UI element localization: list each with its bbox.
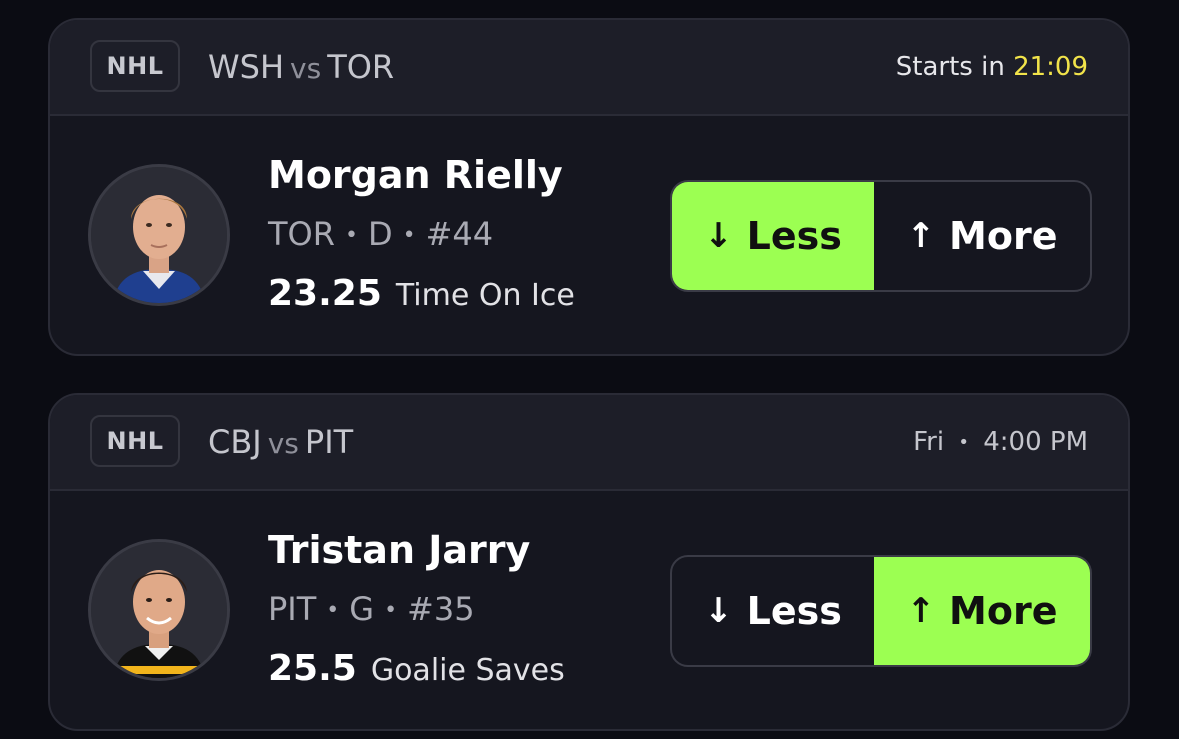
separator-dot: • <box>958 431 969 453</box>
player-number: #35 <box>407 590 475 628</box>
player-avatar[interactable] <box>88 539 230 681</box>
player-meta: TOR • D • #44 <box>268 214 493 256</box>
time-prefix: Starts in <box>895 52 1005 82</box>
line-value: 25.5 <box>268 648 357 689</box>
team-home: TOR <box>327 48 395 86</box>
stat-name: Time On Ice <box>395 278 575 313</box>
separator-dot: • <box>402 223 416 248</box>
stat-name: Goalie Saves <box>370 653 565 688</box>
vs-label: vs <box>267 427 299 460</box>
card-header: NHL WSH vs TOR Starts in 21:09 <box>50 20 1128 114</box>
player-meta: PIT • G • #35 <box>268 589 475 631</box>
game-start-time: Fri • 4:00 PM <box>913 425 1088 460</box>
more-button[interactable]: ↑ More <box>874 557 1090 665</box>
separator-dot: • <box>344 223 358 248</box>
player-position: D <box>367 215 393 253</box>
card-body: Morgan Rielly TOR • D • #44 23.25 Time On Ice… <box>50 116 1128 354</box>
pick-toggle: ↓ Less ↑ More <box>670 555 1092 667</box>
arrow-up-icon: ↑ <box>906 591 936 631</box>
matchup[interactable]: CBJ vs PIT <box>208 422 353 464</box>
line-value: 23.25 <box>268 273 382 314</box>
player-headshot-icon <box>91 542 227 678</box>
player-avatar[interactable] <box>88 164 230 306</box>
arrow-down-icon: ↓ <box>704 216 733 256</box>
arrow-down-icon: ↓ <box>704 591 733 631</box>
separator-dot: • <box>384 598 398 623</box>
arrow-up-icon: ↑ <box>906 216 936 256</box>
more-button[interactable]: ↑ More <box>874 182 1090 290</box>
less-button[interactable]: ↓ Less <box>672 557 874 665</box>
player-name[interactable]: Tristan Jarry <box>268 527 530 573</box>
card-header: NHL CBJ vs PIT Fri • 4:00 PM <box>50 395 1128 489</box>
league-badge: NHL <box>90 40 180 92</box>
less-button[interactable]: ↓ Less <box>672 182 874 290</box>
team-away: CBJ <box>208 423 262 461</box>
less-label: Less <box>746 214 842 258</box>
player-position: G <box>349 590 375 628</box>
projection-line: 25.5 Goalie Saves <box>268 647 565 697</box>
player-name[interactable]: Morgan Rielly <box>268 152 563 198</box>
more-label: More <box>949 214 1058 258</box>
card-body: Tristan Jarry PIT • G • #35 25.5 Goalie Saves… <box>50 491 1128 729</box>
team-home: PIT <box>304 423 354 461</box>
matchup[interactable]: WSH vs TOR <box>208 47 394 89</box>
league-badge: NHL <box>90 415 180 467</box>
team-away: WSH <box>208 48 285 86</box>
game-start-time: Starts in 21:09 <box>896 50 1088 84</box>
projection-card: NHL CBJ vs PIT Fri • 4:00 PM Tristan Jar… <box>48 393 1130 731</box>
game-day: Fri <box>913 427 945 457</box>
player-team: PIT <box>268 590 317 628</box>
less-label: Less <box>746 589 842 633</box>
player-number: #44 <box>425 215 494 253</box>
projection-card: NHL WSH vs TOR Starts in 21:09 Morgan Riel… <box>48 18 1130 356</box>
more-label: More <box>949 589 1058 633</box>
projection-line: 23.25 Time On Ice <box>268 272 575 322</box>
game-clock-time: 4:00 PM <box>983 427 1088 457</box>
pick-toggle: ↓ Less ↑ More <box>670 180 1092 292</box>
countdown: 21:09 <box>1013 52 1088 82</box>
separator-dot: • <box>326 598 340 623</box>
vs-label: vs <box>290 52 322 85</box>
player-team: TOR <box>268 215 335 253</box>
player-headshot-icon <box>91 167 227 303</box>
